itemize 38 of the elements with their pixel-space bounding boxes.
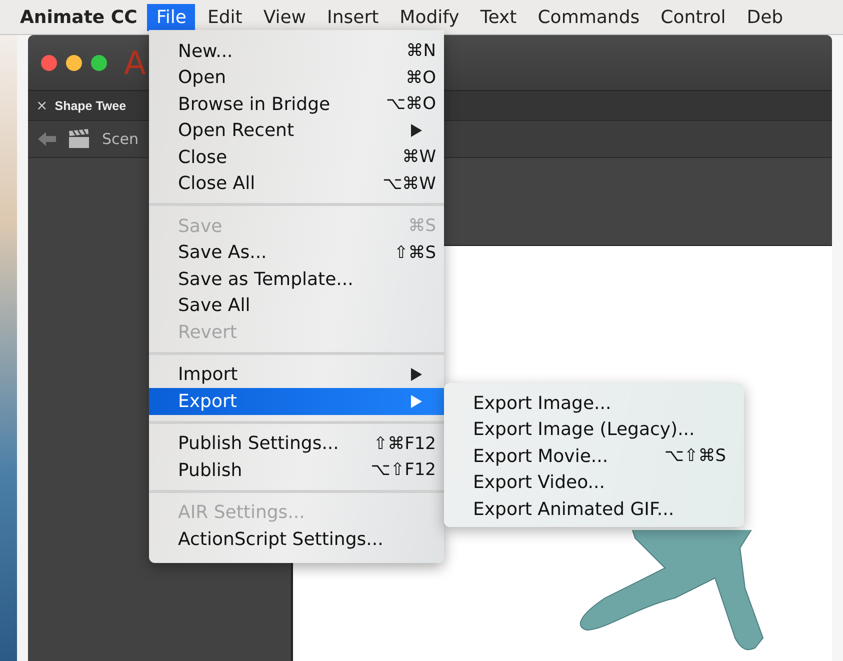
menu-item[interactable]: Save As... ⇧⌘S — [149, 240, 444, 266]
zoom-window-button[interactable] — [91, 54, 107, 70]
menu-item[interactable]: Export Image (Legacy)... — [444, 416, 744, 443]
menu-item[interactable]: Close ⌘W — [149, 144, 444, 170]
close-tab-button[interactable]: × — [36, 98, 48, 114]
menu-bar-item[interactable]: View — [254, 4, 316, 30]
menu-item[interactable]: Open ⌘O — [149, 64, 444, 91]
back-arrow-icon[interactable] — [38, 132, 56, 146]
menu-bar-item[interactable]: Insert — [318, 4, 388, 30]
menu-item[interactable]: New... ⌘N — [149, 38, 444, 64]
app-logo: A — [124, 44, 146, 82]
menu-item[interactable]: Publish ⌥⇧F12 — [149, 457, 444, 484]
menu-bar-item[interactable]: Commands — [528, 4, 649, 30]
menu-bar-item[interactable]: Text — [471, 4, 526, 30]
scene-label[interactable]: Scen — [102, 130, 139, 148]
menu-item[interactable]: Close All ⌥⌘W — [149, 170, 444, 197]
clapperboard-icon — [68, 129, 90, 149]
minimize-window-button[interactable] — [66, 54, 82, 70]
app-name[interactable]: Animate CC — [20, 6, 138, 28]
menu-item[interactable]: Export Image... — [444, 390, 744, 416]
menu-item[interactable]: Export Video... — [444, 470, 744, 496]
menu-bar-item[interactable]: File — [147, 4, 196, 30]
menu-item[interactable]: Open Recent — [149, 118, 444, 144]
menu-bar-item[interactable]: Edit — [198, 4, 252, 30]
menu-item[interactable]: Save All — [149, 292, 444, 319]
close-window-button[interactable] — [41, 54, 57, 70]
menu-item[interactable]: ActionScript Settings... — [149, 526, 444, 552]
menu-item[interactable]: Save as Template... — [149, 266, 444, 292]
menu-bar-item[interactable]: Deb — [738, 4, 792, 30]
menu-item[interactable]: Export Movie... ⌥⇧⌘S — [444, 443, 744, 470]
menu-item[interactable]: Export — [149, 388, 444, 414]
document-tab[interactable]: Shape Twee — [54, 98, 126, 112]
menu-item[interactable]: Export Animated GIF... — [444, 496, 744, 522]
menu-item[interactable]: Publish Settings... ⇧⌘F12 — [149, 430, 444, 457]
menu-item[interactable]: Import — [149, 362, 444, 388]
menu-bar-item[interactable]: Control — [652, 4, 735, 30]
menu-item[interactable]: Browse in Bridge ⌥⌘O — [149, 91, 444, 118]
menu-bar-item[interactable]: Modify — [390, 4, 468, 30]
